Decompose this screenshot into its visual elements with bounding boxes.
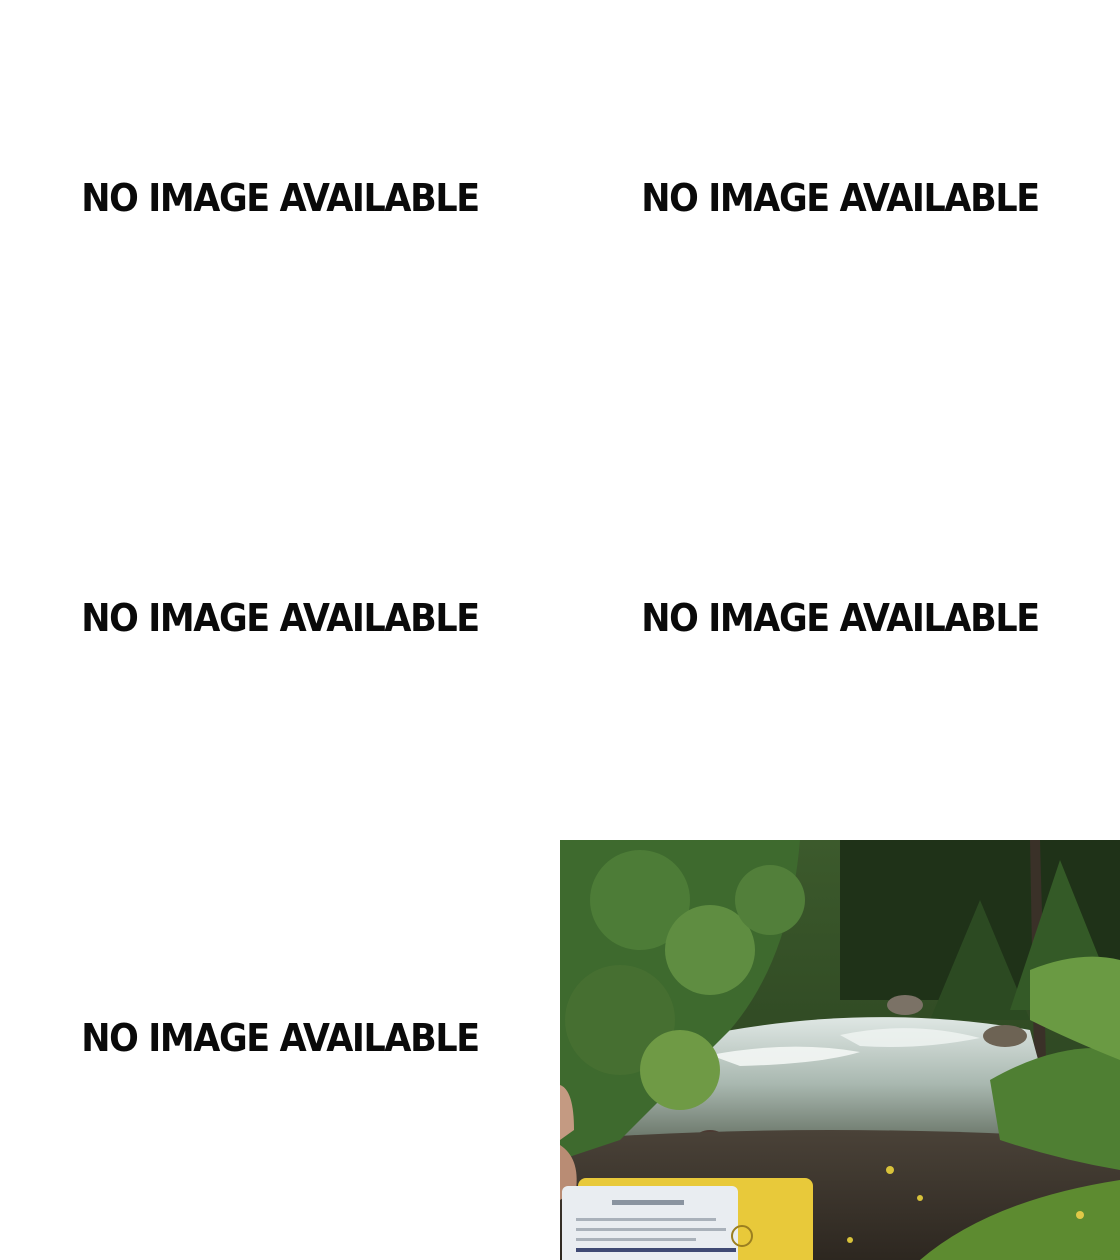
no-image-label: NO IMAGE AVAILABLE <box>81 176 480 220</box>
no-image-label: NO IMAGE AVAILABLE <box>641 176 1040 220</box>
stream-photo <box>560 840 1120 1260</box>
image-tile-3[interactable]: NO IMAGE AVAILABLE <box>0 420 560 840</box>
no-image-label: NO IMAGE AVAILABLE <box>81 596 480 640</box>
no-image-label: NO IMAGE AVAILABLE <box>641 596 1040 640</box>
no-image-label: NO IMAGE AVAILABLE <box>81 1016 480 1060</box>
image-tile-2[interactable]: NO IMAGE AVAILABLE <box>560 0 1120 420</box>
image-tile-6[interactable] <box>560 840 1120 1260</box>
image-grid: NO IMAGE AVAILABLE NO IMAGE AVAILABLE NO… <box>0 0 1120 1260</box>
image-tile-4[interactable]: NO IMAGE AVAILABLE <box>560 420 1120 840</box>
image-tile-5[interactable]: NO IMAGE AVAILABLE <box>0 840 560 1260</box>
image-tile-1[interactable]: NO IMAGE AVAILABLE <box>0 0 560 420</box>
